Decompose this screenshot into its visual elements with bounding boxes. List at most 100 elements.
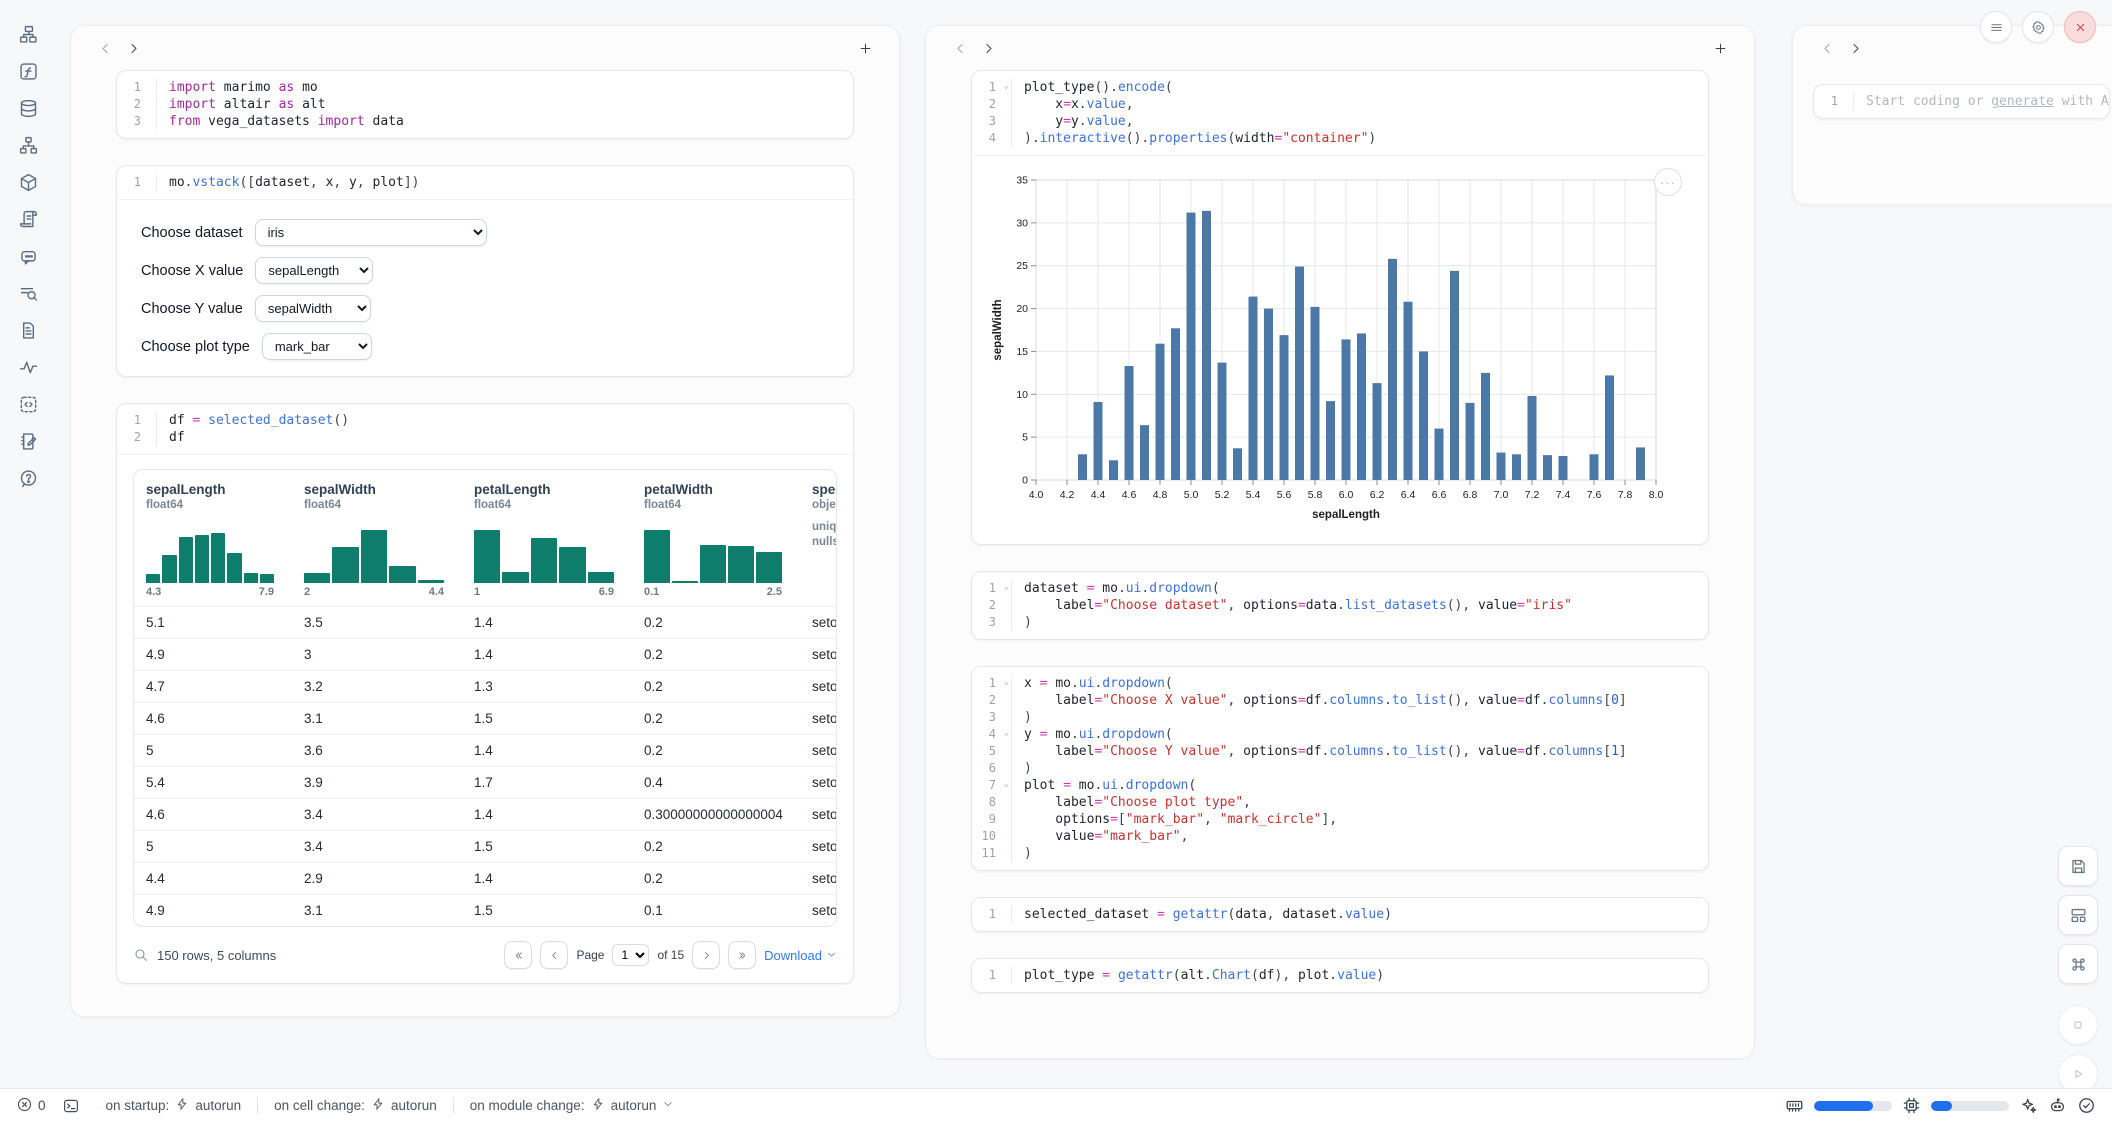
add-cell-button[interactable] bbox=[1706, 34, 1734, 62]
svg-text:0: 0 bbox=[1022, 475, 1028, 487]
assistant-icon[interactable] bbox=[2048, 1096, 2067, 1115]
table-row[interactable]: 53.41.50.2setosa bbox=[134, 831, 837, 863]
code-editor[interactable]: 1import marimo as mo2import altair as al… bbox=[117, 71, 853, 138]
menu-button[interactable] bbox=[1980, 11, 2012, 43]
table-row[interactable]: 4.63.11.50.2setosa bbox=[134, 703, 837, 735]
autorun-setting[interactable]: on startup:autorun bbox=[90, 1097, 258, 1114]
stop-button[interactable] bbox=[2058, 1005, 2098, 1045]
choose-plot-type-select[interactable]: mark_bar bbox=[262, 333, 372, 360]
column-header-species[interactable]: speciesobjectunique:nulls: bbox=[800, 470, 837, 607]
table-cell: setosa bbox=[800, 639, 837, 671]
code-editor-placeholder[interactable]: 1Start coding or generate with AI bbox=[1814, 85, 2109, 118]
documentation-icon[interactable] bbox=[16, 318, 40, 342]
code-editor[interactable]: 1⌄plot_type().encode(2 x=x.value,3 y=y.v… bbox=[972, 71, 1708, 155]
datasources-icon[interactable] bbox=[16, 96, 40, 120]
chevron-left-icon[interactable] bbox=[91, 34, 119, 62]
column-header-sepalLength[interactable]: sepalLengthfloat644.37.9 bbox=[134, 470, 292, 607]
ai-chat-icon[interactable] bbox=[16, 244, 40, 268]
column-header-petalLength[interactable]: petalLengthfloat6416.9 bbox=[462, 470, 632, 607]
logs-icon[interactable] bbox=[16, 207, 40, 231]
add-cell-button[interactable] bbox=[851, 34, 879, 62]
outline-icon[interactable] bbox=[16, 281, 40, 305]
row-count-label: 150 rows, 5 columns bbox=[157, 948, 276, 963]
empty-code-cell[interactable]: 1Start coding or generate with AI bbox=[1813, 84, 2110, 119]
chevron-down-icon bbox=[826, 948, 837, 963]
help-icon[interactable] bbox=[16, 466, 40, 490]
settings-button[interactable] bbox=[2022, 11, 2054, 43]
page-select[interactable]: 1 bbox=[612, 944, 649, 966]
table-cell: setosa bbox=[800, 671, 837, 703]
table-cell: 0.2 bbox=[632, 639, 800, 671]
chevron-right-icon[interactable] bbox=[974, 34, 1002, 62]
code-editor[interactable]: 1plot_type = getattr(alt.Chart(df), plot… bbox=[972, 959, 1708, 992]
left-sidebar bbox=[0, 0, 56, 1086]
chevron-right-icon[interactable] bbox=[119, 34, 147, 62]
autorun-setting[interactable]: on module change:autorun bbox=[453, 1097, 691, 1114]
choose-dataset-select[interactable]: iris bbox=[255, 219, 487, 246]
scratchpad-icon[interactable] bbox=[16, 429, 40, 453]
last-page-button[interactable] bbox=[728, 941, 756, 969]
connection-status-icon[interactable] bbox=[2077, 1096, 2096, 1115]
table-row[interactable]: 4.93.11.50.1setosa bbox=[134, 895, 837, 927]
column-header-sepalWidth[interactable]: sepalWidthfloat6424.4 bbox=[292, 470, 462, 607]
svg-text:6.6: 6.6 bbox=[1432, 489, 1447, 501]
prev-page-button[interactable] bbox=[540, 941, 568, 969]
chevron-left-icon[interactable] bbox=[1813, 34, 1841, 62]
svg-text:30: 30 bbox=[1016, 217, 1028, 229]
code-editor[interactable]: 1selected_dataset = getattr(data, datase… bbox=[972, 898, 1708, 931]
packages-icon[interactable] bbox=[16, 170, 40, 194]
save-button[interactable] bbox=[2058, 846, 2098, 886]
control-row: Choose X valuesepalLength bbox=[141, 257, 829, 284]
code-cell-df[interactable]: 1df = selected_dataset()2df sepalLengthf… bbox=[116, 403, 854, 984]
code-editor[interactable]: 1⌄dataset = mo.ui.dropdown(2 label="Choo… bbox=[972, 572, 1708, 639]
table-row[interactable]: 4.931.40.2setosa bbox=[134, 639, 837, 671]
variables-icon[interactable] bbox=[16, 59, 40, 83]
code-cell-xyplot-dropdowns[interactable]: 1⌄x = mo.ui.dropdown(2 label="Choose X v… bbox=[971, 666, 1709, 871]
code-editor[interactable]: 1⌄x = mo.ui.dropdown(2 label="Choose X v… bbox=[972, 667, 1708, 870]
code-cell-plot[interactable]: 1⌄plot_type().encode(2 x=x.value,3 y=y.v… bbox=[971, 70, 1709, 545]
table-cell: 3.9 bbox=[292, 767, 462, 799]
svg-text:4.6: 4.6 bbox=[1122, 489, 1137, 501]
tracing-icon[interactable] bbox=[16, 355, 40, 379]
layout-button[interactable] bbox=[2058, 895, 2098, 935]
error-count[interactable]: 0 bbox=[16, 1096, 46, 1116]
close-button[interactable] bbox=[2064, 11, 2096, 43]
ai-sparkles-icon[interactable] bbox=[2019, 1096, 2038, 1115]
download-button[interactable]: Download bbox=[764, 948, 837, 963]
next-page-button[interactable] bbox=[692, 941, 720, 969]
table-row[interactable]: 5.13.51.40.2setosa bbox=[134, 607, 837, 639]
code-cell-plot-type[interactable]: 1plot_type = getattr(alt.Chart(df), plot… bbox=[971, 958, 1709, 993]
bar-chart[interactable]: 4.04.24.44.64.85.05.25.45.65.86.06.26.46… bbox=[990, 170, 1690, 526]
code-editor[interactable]: 1mo.vstack([dataset, x, y, plot]) bbox=[117, 166, 853, 199]
chevron-left-icon[interactable] bbox=[946, 34, 974, 62]
column-header-petalWidth[interactable]: petalWidthfloat640.12.5 bbox=[632, 470, 800, 607]
code-editor[interactable]: 1df = selected_dataset()2df bbox=[117, 404, 853, 454]
table-row[interactable]: 4.63.41.40.30000000000000004setosa bbox=[134, 799, 837, 831]
snippets-icon[interactable] bbox=[16, 392, 40, 416]
file-explorer-icon[interactable] bbox=[16, 22, 40, 46]
chevron-right-icon[interactable] bbox=[1841, 34, 1869, 62]
page-of-label: of 15 bbox=[657, 948, 684, 962]
autorun-setting[interactable]: on cell change:autorun bbox=[257, 1097, 453, 1114]
table-row[interactable]: 4.42.91.40.2setosa bbox=[134, 863, 837, 895]
choose-x-value-select[interactable]: sepalLength bbox=[255, 257, 373, 284]
terminal-button[interactable] bbox=[62, 1097, 80, 1115]
table-cell: 1.5 bbox=[462, 831, 632, 863]
table-row[interactable]: 53.61.40.2setosa bbox=[134, 735, 837, 767]
dependency-graph-icon[interactable] bbox=[16, 133, 40, 157]
code-cell-selected-dataset[interactable]: 1selected_dataset = getattr(data, datase… bbox=[971, 897, 1709, 932]
code-cell-imports[interactable]: 1import marimo as mo2import altair as al… bbox=[116, 70, 854, 139]
chart-menu-button[interactable]: ··· bbox=[1654, 168, 1682, 196]
shortcuts-button[interactable] bbox=[2058, 944, 2098, 984]
first-page-button[interactable] bbox=[504, 941, 532, 969]
svg-text:6.0: 6.0 bbox=[1339, 489, 1354, 501]
table-cell: 5.1 bbox=[134, 607, 292, 639]
code-cell-vstack[interactable]: 1mo.vstack([dataset, x, y, plot]) Choose… bbox=[116, 165, 854, 377]
code-cell-dataset-dropdown[interactable]: 1⌄dataset = mo.ui.dropdown(2 label="Choo… bbox=[971, 571, 1709, 640]
column-3: 1Start coding or generate with AI bbox=[1792, 25, 2112, 205]
choose-y-value-select[interactable]: sepalWidth bbox=[255, 295, 371, 322]
search-icon[interactable] bbox=[133, 947, 149, 963]
column-histogram bbox=[304, 525, 444, 583]
table-row[interactable]: 5.43.91.70.4setosa bbox=[134, 767, 837, 799]
table-row[interactable]: 4.73.21.30.2setosa bbox=[134, 671, 837, 703]
